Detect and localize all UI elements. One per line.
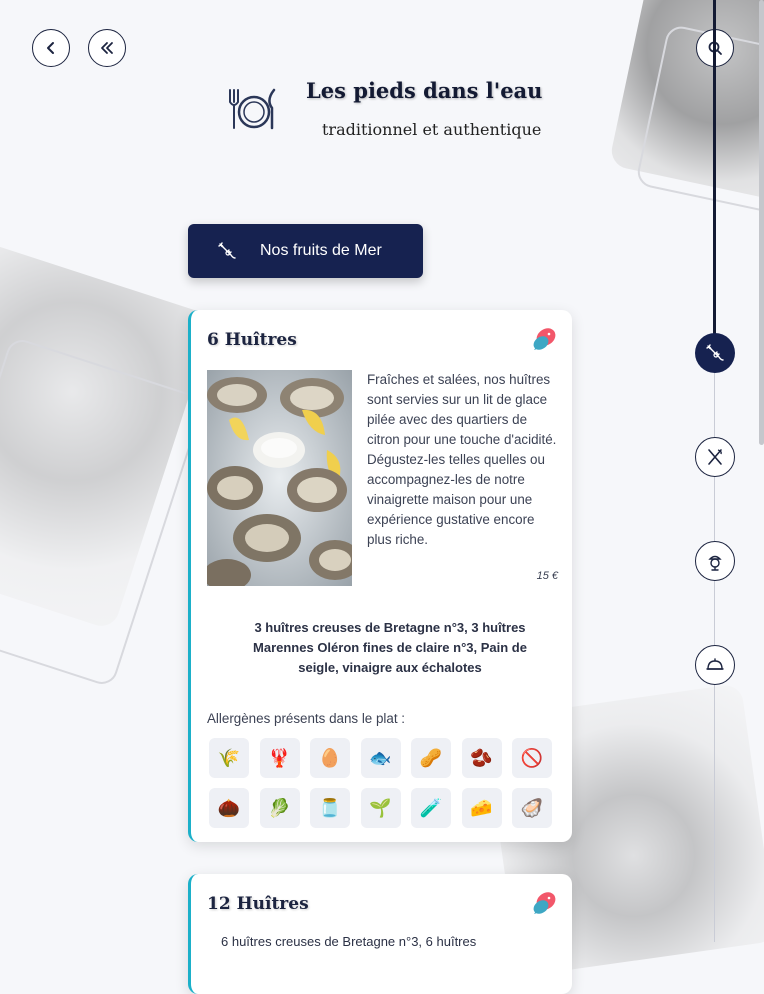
restaurant-header: Les pieds dans l'eau traditionnel et aut… bbox=[224, 78, 564, 148]
back-button[interactable] bbox=[32, 29, 70, 67]
egg-icon: 🥚 bbox=[310, 738, 350, 778]
timeline-item-mains[interactable] bbox=[695, 437, 735, 477]
restaurant-name: Les pieds dans l'eau bbox=[306, 78, 543, 103]
peanut-icon: 🥜 bbox=[411, 738, 451, 778]
sulfite-icon: 🚫 bbox=[512, 738, 552, 778]
timeline-item-seafood[interactable] bbox=[695, 333, 735, 373]
dish-composition: 3 huîtres creuses de Bretagne n°3, 3 huî… bbox=[253, 620, 527, 675]
scrollbar[interactable] bbox=[759, 0, 764, 445]
mollusc-icon: 🦪 bbox=[512, 788, 552, 828]
timeline-item-specials[interactable] bbox=[695, 645, 735, 685]
lupin-icon: 🧪 bbox=[411, 788, 451, 828]
dish-title: 6 Huîtres bbox=[207, 330, 297, 350]
timeline-track bbox=[714, 335, 715, 942]
gluten-icon: 🌾 bbox=[209, 738, 249, 778]
timeline-item-desserts[interactable] bbox=[695, 541, 735, 581]
double-chevron-left-icon bbox=[101, 42, 113, 54]
dish-card[interactable]: 12 Huîtres 6 huîtres creuses de Bretagne… bbox=[188, 874, 572, 994]
sesame-icon: 🌱 bbox=[360, 788, 401, 828]
allergen-grid: 🌾 🦞 🥚 🐟 🥜 🫘 🚫 🌰 🥬 🫙 🌱 🧪 🧀 🦪 bbox=[209, 738, 559, 828]
crustacean-icon: 🦞 bbox=[259, 738, 300, 778]
fish-icon: 🐟 bbox=[360, 738, 401, 778]
dish-price: 15 € bbox=[536, 570, 558, 582]
lobster-icon bbox=[706, 344, 724, 361]
celery-icon: 🥬 bbox=[259, 788, 300, 828]
lobster-icon bbox=[218, 242, 236, 259]
background-frame bbox=[0, 335, 206, 689]
plate-cutlery-icon bbox=[229, 88, 276, 130]
dish-card[interactable]: 6 Huîtres Fraîches et salées, nos huître… bbox=[188, 310, 572, 842]
milk-icon: 🧀 bbox=[461, 788, 502, 828]
restaurant-tagline: traditionnel et authentique bbox=[322, 120, 542, 139]
nut-icon: 🌰 bbox=[209, 788, 249, 828]
home-button[interactable] bbox=[88, 29, 126, 67]
mustard-icon: 🫙 bbox=[310, 788, 350, 828]
allergen-title: Allergènes présents dans le plat : bbox=[207, 711, 406, 726]
cloche-icon bbox=[706, 658, 724, 670]
category-label: Nos fruits de Mer bbox=[260, 242, 382, 259]
fish-icon bbox=[533, 328, 556, 350]
category-seafood-button[interactable]: Nos fruits de Mer bbox=[188, 224, 423, 278]
timeline-progress bbox=[713, 0, 716, 335]
chevron-left-icon bbox=[47, 42, 54, 54]
soy-icon: 🫘 bbox=[461, 738, 502, 778]
dessert-icon bbox=[708, 555, 722, 571]
fish-icon bbox=[533, 892, 556, 914]
dish-description: Fraîches et salées, nos huîtres sont ser… bbox=[367, 372, 557, 547]
dish-photo bbox=[207, 370, 352, 586]
fork-knife-icon bbox=[708, 449, 722, 465]
dish-title: 12 Huîtres bbox=[207, 894, 309, 914]
